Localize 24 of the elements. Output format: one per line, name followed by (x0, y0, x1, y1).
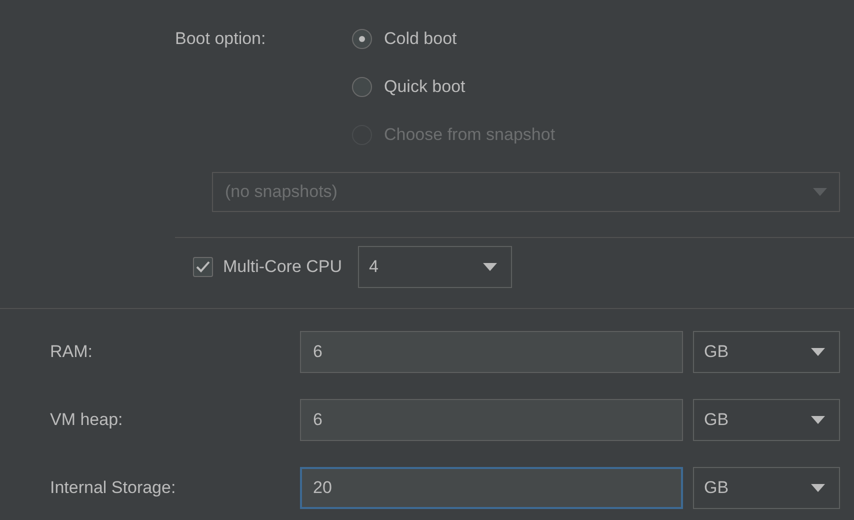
field-label: Internal Storage: (49, 478, 177, 498)
caret-icon (811, 416, 825, 424)
dropdown-value: 4 (369, 257, 378, 277)
input-field[interactable]: 6 (300, 331, 683, 373)
field-label: RAM: (49, 342, 94, 362)
field-label: VM heap: (49, 410, 124, 430)
multi-core-checkbox[interactable]: Multi-Core CPU (193, 257, 342, 277)
unit-dropdown[interactable]: GB (693, 467, 840, 509)
core-count-dropdown[interactable]: 4 (358, 246, 512, 288)
check-icon (196, 261, 210, 273)
caret-icon (811, 484, 825, 492)
caret-icon (811, 348, 825, 356)
unit-dropdown[interactable]: GB (693, 331, 840, 373)
radio-button[interactable]: Cold boot (352, 15, 457, 63)
input-field[interactable]: 6 (300, 399, 683, 441)
boot-option-label: Boot option: (175, 28, 267, 50)
caret-icon (813, 188, 827, 196)
input-field[interactable]: 20 (300, 467, 683, 509)
radio-button[interactable]: Quick boot (352, 63, 466, 111)
dropdown-value: GB (704, 410, 729, 430)
dropdown-value: GB (704, 478, 729, 498)
caret-icon (483, 263, 498, 271)
dropdown-value: GB (704, 342, 729, 362)
unit-dropdown[interactable]: GB (693, 399, 840, 441)
